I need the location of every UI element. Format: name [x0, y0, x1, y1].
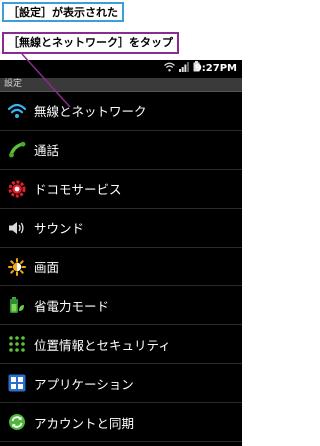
- status-bar: 9:27PM: [0, 60, 242, 78]
- applications-icon: [7, 373, 27, 393]
- docomo-gear-icon: [7, 179, 27, 199]
- settings-item-docomo-service[interactable]: ドコモサービス: [0, 170, 242, 209]
- settings-item-display[interactable]: 画面: [0, 248, 242, 287]
- settings-item-label: 画面: [34, 260, 60, 275]
- settings-item-location-security[interactable]: 位置情報とセキュリティ: [0, 325, 242, 365]
- battery-saver-icon: [7, 295, 27, 315]
- settings-item-label: 位置情報とセキュリティ: [34, 337, 171, 353]
- phone-icon: [7, 140, 27, 160]
- signal-icon: [179, 62, 189, 75]
- sync-icon: [7, 412, 27, 432]
- brightness-icon: [7, 257, 27, 277]
- title-bar: 設定: [0, 78, 242, 92]
- settings-item-applications[interactable]: アプリケーション: [0, 364, 242, 404]
- settings-item-label: 通話: [34, 143, 60, 159]
- settings-item-call[interactable]: 通話: [0, 131, 242, 170]
- settings-item-wireless-network[interactable]: 無線とネットワーク: [0, 92, 242, 131]
- settings-list: 無線とネットワーク 通話 ドコモサービス サウンド 画面 省電力モード 位置情報…: [0, 92, 242, 443]
- speaker-icon: [7, 218, 27, 238]
- settings-item-power-saving-mode[interactable]: 省電力モード: [0, 286, 242, 326]
- settings-item-label: 無線とネットワーク: [34, 104, 147, 120]
- wifi-icon: [164, 62, 175, 75]
- settings-item-label: アカウントと同期: [34, 415, 135, 431]
- settings-item-sound[interactable]: サウンド: [0, 209, 242, 248]
- wifi-icon: [7, 101, 27, 121]
- callout-tap-wireless: ［無線とネットワーク］をタップ: [2, 32, 179, 54]
- settings-item-label: 省電力モード: [34, 298, 110, 314]
- settings-item-accounts-sync[interactable]: アカウントと同期: [0, 403, 242, 443]
- phone-screen: 9:27PM 設定 無線とネットワーク 通話 ドコモサービス サウンド 画面 省…: [0, 60, 242, 446]
- settings-item-label: アプリケーション: [34, 376, 134, 392]
- settings-item-label: サウンド: [34, 221, 85, 237]
- location-security-icon: [7, 334, 27, 354]
- clock: 9:27PM: [194, 63, 237, 74]
- callout-settings-displayed: ［設定］が表示された: [2, 2, 124, 22]
- settings-item-label: ドコモサービス: [34, 182, 122, 198]
